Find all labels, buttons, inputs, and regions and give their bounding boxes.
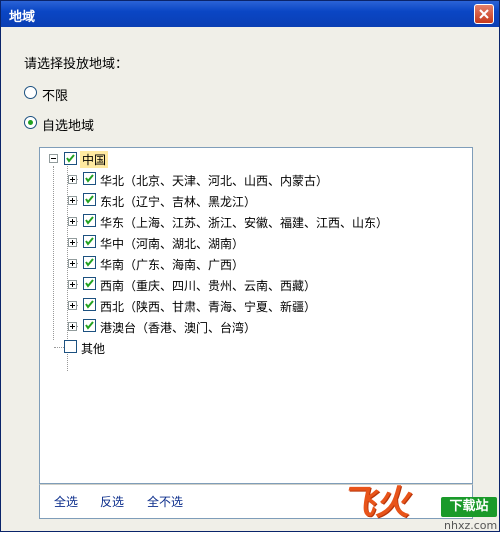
close-icon xyxy=(479,9,489,19)
watermark-badge: 下载站 xyxy=(441,497,497,517)
expand-icon[interactable] xyxy=(68,322,77,331)
check-icon xyxy=(66,154,75,163)
checkbox-hk-macao-taiwan[interactable] xyxy=(83,319,96,332)
dialog-content: 请选择投放地域： 不限 自选地域 中国 华北（北京、天津、河北、山西、内蒙古） … xyxy=(1,27,499,531)
checkbox-china[interactable] xyxy=(64,152,77,165)
select-all-link[interactable]: 全选 xyxy=(54,493,78,510)
check-icon xyxy=(85,300,94,309)
check-icon xyxy=(85,195,94,204)
checkbox-east-china[interactable] xyxy=(83,214,96,227)
tree-label-south-china[interactable]: 华南（广东、海南、广西） xyxy=(100,256,244,273)
check-icon xyxy=(85,216,94,225)
check-icon xyxy=(85,174,94,183)
checkbox-northwest[interactable] xyxy=(83,298,96,311)
tree-label-southwest[interactable]: 西南（重庆、四川、贵州、云南、西藏） xyxy=(100,277,316,294)
dialog-window: 地域 请选择投放地域： 不限 自选地域 中国 华北（北京、天津、河北、山西、内蒙… xyxy=(0,0,500,532)
expand-icon[interactable] xyxy=(68,238,77,247)
checkbox-north-china[interactable] xyxy=(83,172,96,185)
expand-icon[interactable] xyxy=(68,280,77,289)
expand-icon[interactable] xyxy=(68,175,77,184)
expand-icon[interactable] xyxy=(68,196,77,205)
expand-icon[interactable] xyxy=(68,217,77,226)
checkbox-other[interactable] xyxy=(64,340,77,353)
radio-label-unlimited: 不限 xyxy=(42,89,69,104)
checkbox-southwest[interactable] xyxy=(83,277,96,290)
tree-label-north-china[interactable]: 华北（北京、天津、河北、山西、内蒙古） xyxy=(100,172,328,189)
region-tree: 中国 华北（北京、天津、河北、山西、内蒙古） 东北（辽宁、吉林、黑龙江） 华东（… xyxy=(39,147,473,484)
tree-line xyxy=(53,166,54,340)
expand-icon[interactable] xyxy=(68,301,77,310)
tree-label-east-china[interactable]: 华东（上海、江苏、浙江、安徽、福建、江西、山东） xyxy=(100,214,388,231)
tree-node-china[interactable]: 中国 xyxy=(80,151,109,168)
tree-label-northwest[interactable]: 西北（陕西、甘肃、青海、宁夏、新疆） xyxy=(100,298,316,315)
tree-label-central-china[interactable]: 华中（河南、湖北、湖南） xyxy=(100,235,244,252)
radio-button-custom-region[interactable] xyxy=(24,116,37,129)
tree-label-other[interactable]: 其他 xyxy=(81,340,105,357)
tree-label-hk-macao-taiwan[interactable]: 港澳台（香港、澳门、台湾） xyxy=(100,319,256,336)
check-icon xyxy=(85,237,94,246)
title-bar[interactable]: 地域 xyxy=(1,1,499,27)
checkbox-south-china[interactable] xyxy=(83,256,96,269)
checkbox-northeast[interactable] xyxy=(83,193,96,206)
collapse-icon[interactable] xyxy=(49,154,58,163)
watermark-url: nhxz.com xyxy=(444,519,498,532)
window-title: 地域 xyxy=(9,10,36,25)
check-icon xyxy=(85,258,94,267)
select-none-link[interactable]: 全不选 xyxy=(147,493,183,510)
close-button[interactable] xyxy=(474,4,494,24)
watermark-logo: 飞火 xyxy=(341,483,409,523)
checkbox-central-china[interactable] xyxy=(83,235,96,248)
tree-label-northeast[interactable]: 东北（辽宁、吉林、黑龙江） xyxy=(100,193,256,210)
invert-selection-link[interactable]: 反选 xyxy=(100,493,124,510)
check-icon xyxy=(85,279,94,288)
region-prompt-label: 请选择投放地域： xyxy=(24,57,129,72)
radio-button-unlimited[interactable] xyxy=(24,86,37,99)
check-icon xyxy=(85,321,94,330)
expand-icon[interactable] xyxy=(68,259,77,268)
site-watermark: 飞火 下载站 nhxz.com xyxy=(341,471,500,533)
radio-label-custom-region: 自选地域 xyxy=(42,119,95,134)
